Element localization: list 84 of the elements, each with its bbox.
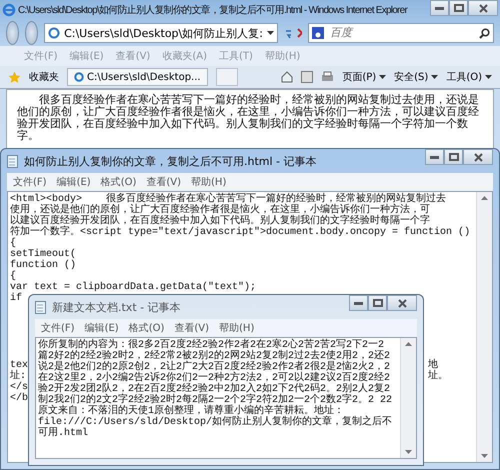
dropdown-icon xyxy=(266,31,274,35)
window-title: 如何防止别人复制你的文章，复制之后不可用.html - 记事本 xyxy=(24,154,318,168)
caret-icon xyxy=(379,75,386,79)
text-line: var text = clipboardData.getData("text"); xyxy=(10,282,256,293)
close-button[interactable] xyxy=(387,295,417,311)
scroll-down-icon xyxy=(405,450,412,454)
text-fragment: </s xyxy=(10,382,28,393)
browser-tab[interactable]: C:\Users\sld\Desktop... xyxy=(67,68,208,86)
notepad-icon xyxy=(35,300,47,314)
minimize-button[interactable] xyxy=(425,149,444,165)
text-line: { xyxy=(10,238,16,249)
text-line: 可用.html xyxy=(38,428,88,439)
close-icon xyxy=(478,4,488,12)
maximize-button[interactable] xyxy=(444,149,463,165)
toolbar-menu[interactable]: 页面(P) xyxy=(342,70,376,84)
text-line: 制2我2们2的2文2字2经2验2时2每2隔2一2个2字2符2加2一2个2数2字2。2 22 xyxy=(38,395,392,406)
minimize-button[interactable] xyxy=(349,295,368,311)
minimize-icon xyxy=(435,6,444,10)
address-field[interactable]: C:\Users\sld\Desktop\如何防止别人复: xyxy=(44,23,278,43)
star-icon xyxy=(8,70,21,84)
search-bar[interactable]: 百度 xyxy=(308,23,494,43)
text-fragment: 址。 xyxy=(428,371,448,382)
text-line: file:///C:/Users/sld/Desktop/如何防止别人复制你的文章，复制之后不 xyxy=(38,417,392,428)
close-button[interactable] xyxy=(468,0,498,16)
text-fragment: 地 xyxy=(428,360,438,371)
menu-item[interactable]: 格式(O) xyxy=(128,321,164,335)
caret-icon xyxy=(485,75,492,79)
maximize-button[interactable] xyxy=(368,295,387,311)
text-line: 说2是2他2们2的2原2创2，2让2广2大2百2度2经2验2作2者2很2是2恼2火2，2 xyxy=(38,362,390,373)
scrollbar[interactable] xyxy=(476,192,492,462)
menu-item[interactable]: 文件(F) xyxy=(41,321,75,335)
text-line: if xyxy=(10,293,22,304)
search-icon xyxy=(479,28,490,38)
page-icon xyxy=(48,27,60,39)
menu-item[interactable]: 格式(O) xyxy=(100,175,136,189)
maximize-icon xyxy=(372,299,382,307)
menu-item[interactable]: 查看(V) xyxy=(146,175,182,189)
favorites-button[interactable]: 收藏夹 xyxy=(29,70,59,84)
menu-item[interactable]: 帮助(H) xyxy=(219,321,254,335)
toolbar-menu[interactable]: 工具(O) xyxy=(446,70,482,84)
caret-icon xyxy=(431,75,438,79)
text-line: 使用，还说是他们的原创，让广大百度经验作者很是恼火，在这里，小编告诉你们一种方法，可 xyxy=(10,205,430,216)
text-line: { xyxy=(10,271,16,282)
scrollbar[interactable] xyxy=(400,338,416,458)
home-icon[interactable] xyxy=(281,71,294,83)
maximize-icon xyxy=(454,4,464,12)
printer-icon[interactable] xyxy=(321,71,334,83)
menu-item[interactable]: 编辑(E) xyxy=(56,175,91,189)
text-line: 以建议百度经验开发团队，在百度经验中加入如下代码。别人复制我们的文字经验时每隔一个字 xyxy=(10,216,430,227)
menu-item[interactable]: 编辑(E) xyxy=(84,321,119,335)
close-button[interactable] xyxy=(463,149,493,165)
text-line: 你所复制的内容为：很2多2百2度2经2验2作2者2在2寒2心2苦2苦2写2下2一2 xyxy=(38,340,384,351)
scroll-down-icon xyxy=(481,454,488,458)
notepad-icon xyxy=(7,154,19,168)
window-title: 新建文本文档.txt - 记事本 xyxy=(52,300,182,314)
minimize-button[interactable] xyxy=(430,0,449,16)
text-line: 在2这2里2，2小2编2告2诉2你2们2一2种2方2法2，2可2以2建2议2百2度2经2 xyxy=(38,373,390,384)
menu-item[interactable]: 查看(V) xyxy=(174,321,210,335)
menu-item[interactable]: 文件(F) xyxy=(13,175,47,189)
toolbar-menu[interactable]: 安全(S) xyxy=(394,70,428,84)
minimize-icon xyxy=(430,156,439,158)
menu-item[interactable]: 帮助(H) xyxy=(191,175,226,189)
text-line: 篇2好2的2经2验2时2，2经2常2被2别2的2网2站2复2制2过2去2使2用2，2还2 xyxy=(38,351,390,362)
maximize-icon xyxy=(448,153,458,161)
text-line: <html><body> 很多百度经验作者在寒心苦苦写下一篇好的经验时，经常被别的网站复制过去 xyxy=(10,194,446,205)
paw-icon xyxy=(312,27,324,39)
text-fragment: 址: xyxy=(10,371,26,382)
maximize-button[interactable] xyxy=(449,0,468,16)
window-title: C:\Users\sld\Desktop\如何防止别人复制你的文章，复制之后不可用.html - Windows Internet Explorer xyxy=(18,4,409,17)
minimize-icon xyxy=(354,302,363,304)
page-icon xyxy=(74,72,84,82)
feed-icon[interactable] xyxy=(301,71,314,83)
text-line: function () xyxy=(10,260,76,271)
text-line: 验2开2发2团2队2，2在2百2度2经2验2中2加2入2如2下2代2码2。2别2人2复2 xyxy=(38,384,390,395)
scroll-up-icon xyxy=(481,196,488,200)
text-line: 原文来自：不落泪的天使1原创整理，请尊重小编的辛苦耕耘。地址： xyxy=(38,406,344,417)
close-icon xyxy=(474,152,482,162)
text-fragment: tex xyxy=(10,360,28,371)
text-line: setTimeout( xyxy=(10,249,76,260)
text-line: 符加一个数字。<script type="text/javascript">document.body.oncopy = function () xyxy=(10,227,470,238)
text-fragment: </b xyxy=(10,393,28,404)
close-icon xyxy=(398,298,406,308)
scroll-up-icon xyxy=(405,342,412,346)
browser-logo-icon xyxy=(2,3,16,17)
